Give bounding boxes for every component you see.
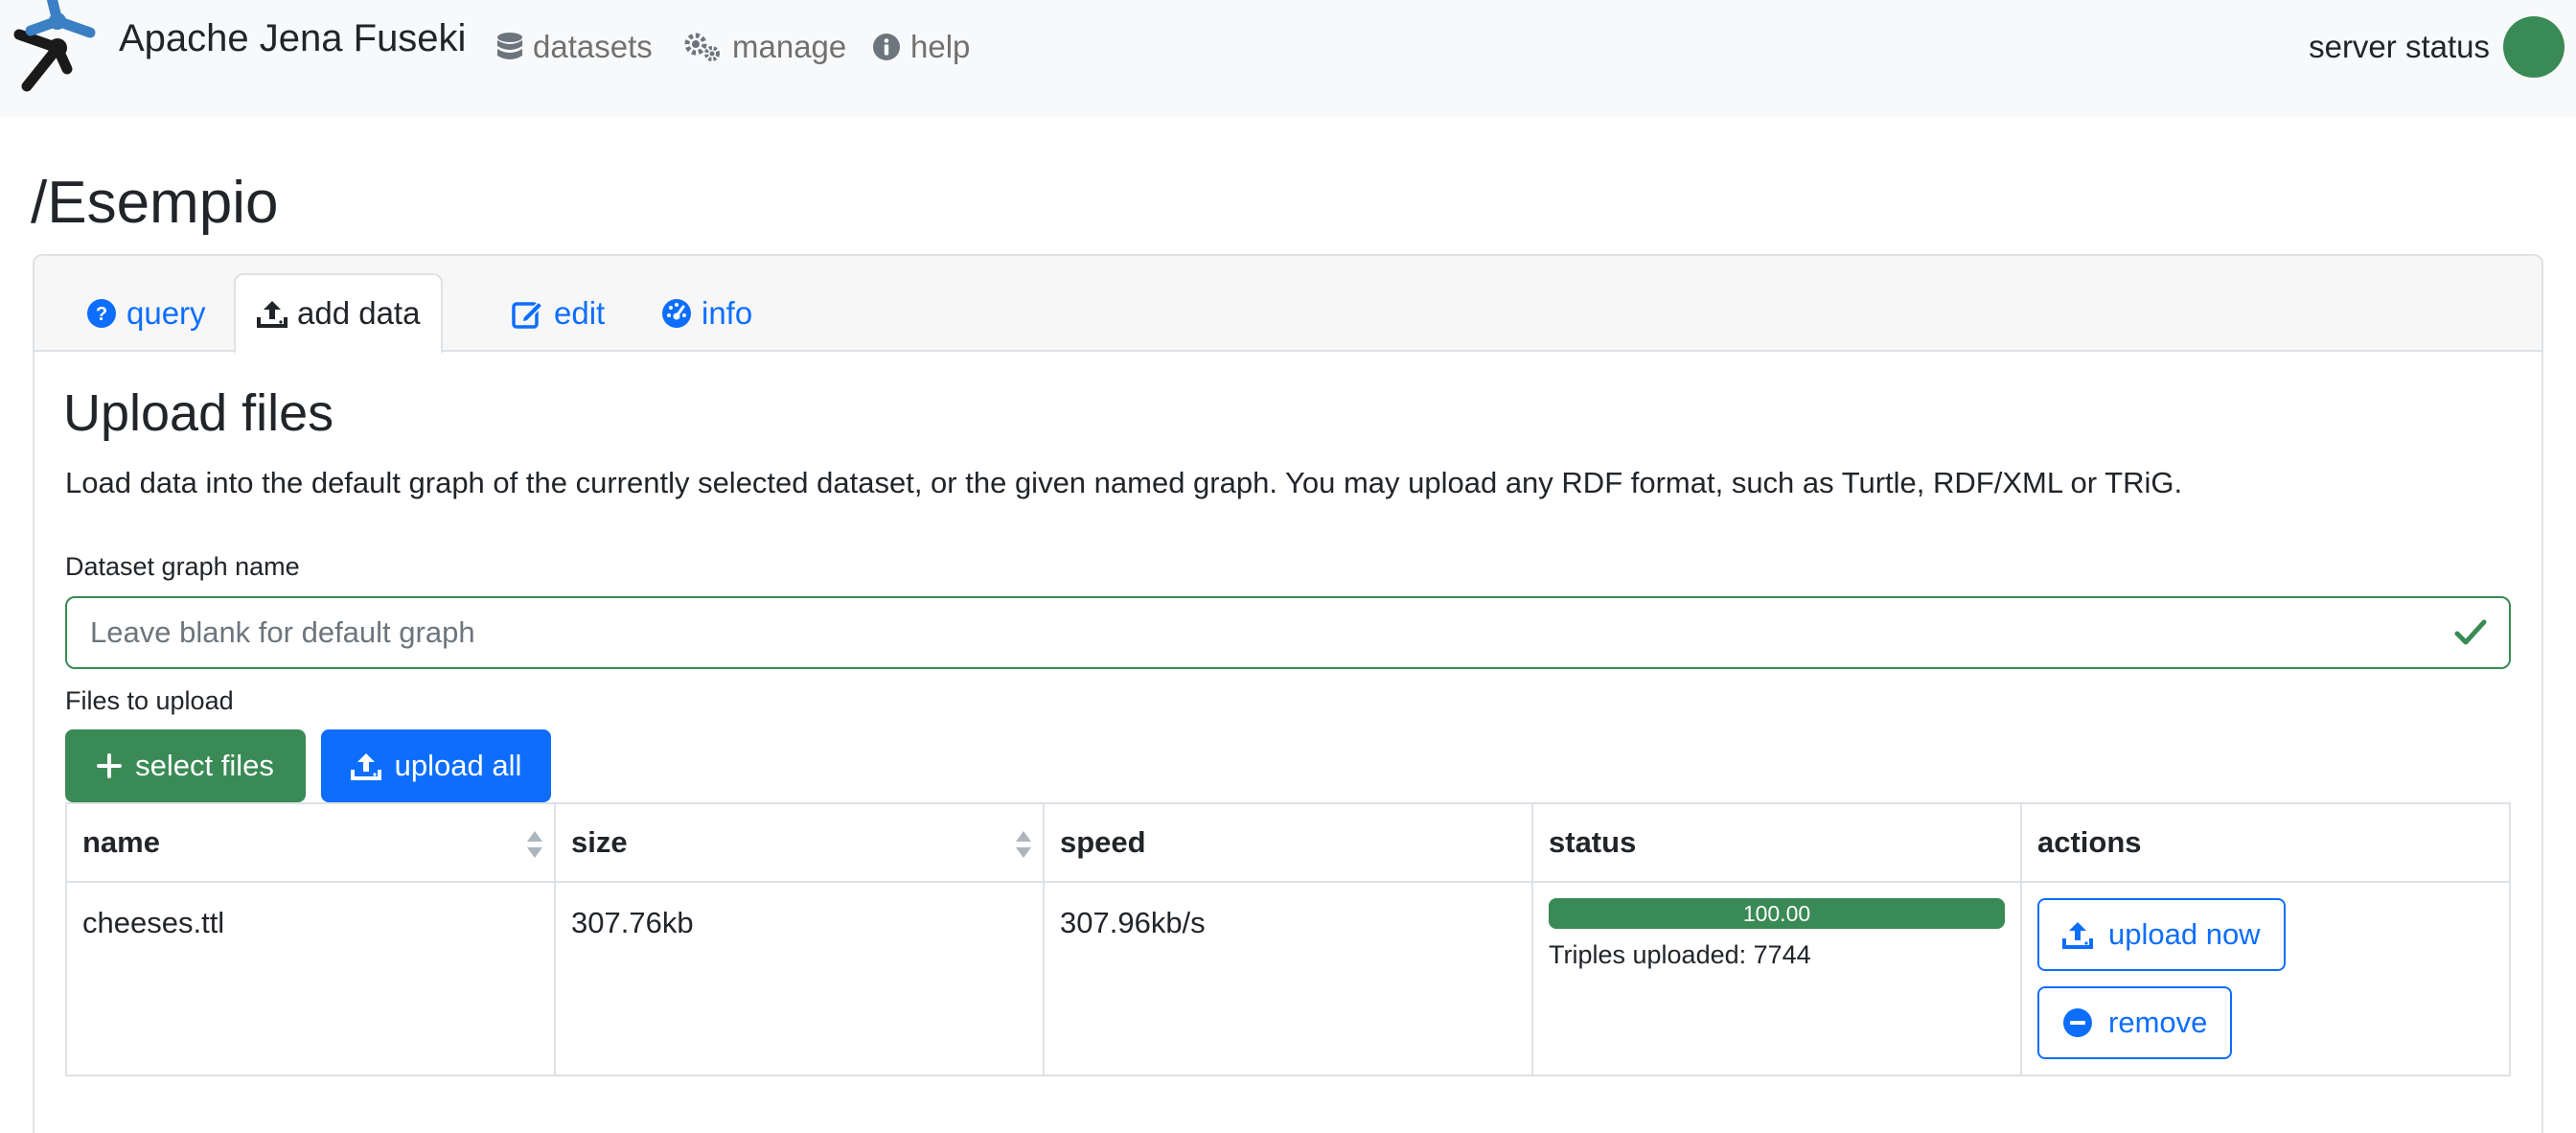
column-header-status: status xyxy=(1533,804,2022,883)
tab-bar: ? query add data edit info xyxy=(34,256,2542,354)
server-status-indicator[interactable] xyxy=(2503,16,2564,78)
cell-actions: upload now remove xyxy=(2022,883,2511,1076)
upload-now-label: upload now xyxy=(2108,917,2261,951)
tab-query[interactable]: ? query xyxy=(63,273,229,354)
upload-icon xyxy=(257,301,288,328)
brand-name[interactable]: Apache Jena Fuseki xyxy=(119,17,466,60)
graph-name-label: Dataset graph name xyxy=(65,552,300,581)
files-table: name size speed status actions cheeses.t… xyxy=(65,802,2511,1076)
tab-edit-label: edit xyxy=(554,295,606,331)
column-header-actions: actions xyxy=(2022,804,2511,883)
sort-icon[interactable] xyxy=(1014,829,1033,860)
cell-status: 100.00 Triples uploaded: 7744 xyxy=(1533,883,2022,1076)
upload-icon xyxy=(350,753,381,780)
tab-query-label: query xyxy=(126,295,206,331)
database-icon xyxy=(497,33,522,59)
tab-add-data-label: add data xyxy=(297,295,421,331)
page-title: /Esempio xyxy=(31,170,279,236)
nav-help-label: help xyxy=(910,29,971,64)
plus-icon xyxy=(97,753,123,778)
column-header-speed: speed xyxy=(1045,804,1533,883)
question-circle-icon: ? xyxy=(87,299,116,328)
upload-progress-bar: 100.00 xyxy=(1549,898,2005,929)
info-circle-icon xyxy=(873,34,900,60)
svg-text:?: ? xyxy=(96,304,107,325)
column-header-name[interactable]: name xyxy=(67,804,556,883)
files-to-upload-label: Files to upload xyxy=(65,686,234,715)
remove-label: remove xyxy=(2108,1006,2208,1039)
tab-edit[interactable]: edit xyxy=(489,273,628,354)
sort-icon[interactable] xyxy=(525,829,544,860)
upload-all-button[interactable]: upload all xyxy=(321,729,551,802)
upload-description: Load data into the default graph of the … xyxy=(65,466,2183,499)
minus-circle-icon xyxy=(2063,1008,2092,1037)
nav-datasets-label: datasets xyxy=(533,29,653,64)
tab-info-label: info xyxy=(702,295,753,331)
nav-help[interactable]: help xyxy=(872,25,970,69)
cell-file-size: 307.76kb xyxy=(556,883,1045,1076)
remove-button[interactable]: remove xyxy=(2037,986,2233,1059)
select-files-button[interactable]: select files xyxy=(65,729,306,802)
check-icon xyxy=(2454,619,2487,645)
column-header-size[interactable]: size xyxy=(556,804,1045,883)
server-status-label: server status xyxy=(2309,29,2490,64)
dashboard-icon xyxy=(662,299,691,328)
nav-manage-label: manage xyxy=(732,29,847,64)
cell-upload-speed: 307.96kb/s xyxy=(1045,883,1533,1076)
tab-add-data[interactable]: add data xyxy=(234,273,444,354)
select-files-label: select files xyxy=(135,749,274,782)
nav-manage[interactable]: manage xyxy=(684,25,846,69)
upload-title: Upload files xyxy=(63,384,334,442)
tab-info[interactable]: info xyxy=(638,273,775,354)
edit-icon xyxy=(512,300,544,329)
nav-datasets[interactable]: datasets xyxy=(496,25,653,69)
upload-now-button[interactable]: upload now xyxy=(2037,898,2286,971)
triples-uploaded-text: Triples uploaded: 7744 xyxy=(1549,940,1811,969)
upload-progress: 100.00 xyxy=(1549,898,2005,929)
gears-icon xyxy=(684,33,720,61)
upload-icon xyxy=(2062,922,2093,949)
cell-file-name: cheeses.ttl xyxy=(67,883,556,1076)
upload-all-label: upload all xyxy=(394,749,522,782)
top-navbar: Apache Jena Fuseki datasets manage help … xyxy=(0,0,2576,117)
graph-name-input[interactable] xyxy=(65,596,2511,669)
jena-logo-icon xyxy=(13,0,96,92)
